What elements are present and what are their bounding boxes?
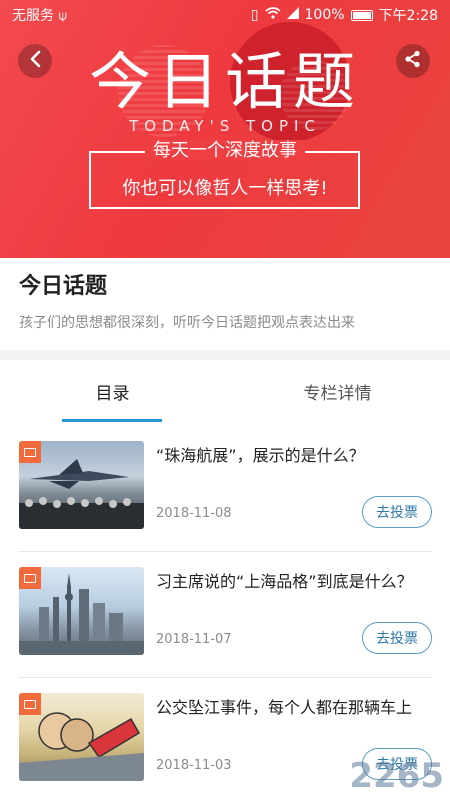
article-badge-icon [19, 693, 41, 715]
signal-icon [286, 7, 299, 23]
column-description: 孩子们的思想都很深刻，听听今日话题把观点表达出来 [19, 315, 355, 331]
article-badge-icon [19, 441, 41, 463]
slogan-line-1: 每天一个深度故事 [0, 136, 450, 162]
tab-column-details[interactable]: 专栏详情 [225, 360, 450, 422]
topic-thumbnail [19, 693, 144, 781]
status-left: 无服务 ⍦ [12, 5, 67, 25]
status-right: ▯ 100% 下午2:28 [251, 5, 438, 25]
topic-date: 2018-11-07 [156, 632, 232, 647]
topic-title: “珠海航展”，展示的是什么？ [156, 446, 365, 465]
list-item[interactable]: “珠海航展”，展示的是什么？ 2018-11-08 去投票 [18, 426, 432, 552]
topic-title: 习主席说的“上海品格”到底是什么？ [156, 572, 413, 591]
vote-button[interactable]: 去投票 [362, 496, 432, 528]
topic-date: 2018-11-03 [156, 758, 232, 773]
tab-catalog[interactable]: 目录 [0, 360, 225, 422]
vibrate-icon: ▯ [250, 7, 259, 23]
header-banner: 无服务 ⍦ ▯ 100% 下午2:28 今日话题 TODAY'S TOPIC 每… [0, 0, 450, 258]
column-intro: 今日话题 孩子们的思想都很深刻，听听今日话题把观点表达出来 [0, 258, 450, 350]
battery-icon [350, 9, 373, 21]
column-title: 今日话题 [19, 274, 108, 299]
wifi-icon [264, 7, 281, 23]
app-root: 无服务 ⍦ ▯ 100% 下午2:28 今日话题 TODAY'S TOPIC 每… [0, 0, 450, 800]
battery-text: 100% [304, 7, 345, 23]
slogan-line-2: 你也可以像哲人一样思考! [122, 178, 328, 199]
article-badge-icon [19, 567, 41, 589]
tab-bar: 目录 专栏详情 [0, 360, 450, 422]
banner-title: 今日话题 [88, 45, 361, 118]
list-item[interactable]: 习主席说的“上海品格”到底是什么？ 2018-11-07 去投票 [18, 552, 432, 678]
slogan-line-1-text: 每天一个深度故事 [145, 140, 305, 161]
banner-subtitle: TODAY'S TOPIC [129, 117, 321, 135]
carrier-text: 无服务 [12, 8, 54, 24]
site-watermark: 2265 [349, 756, 444, 796]
topic-thumbnail [19, 441, 144, 529]
section-divider [0, 350, 450, 360]
topic-list: “珠海航展”，展示的是什么？ 2018-11-08 去投票 习主席说的“上海品格… [0, 426, 450, 800]
topic-thumbnail [19, 567, 144, 655]
topic-date: 2018-11-08 [156, 506, 232, 521]
vote-button[interactable]: 去投票 [362, 622, 432, 654]
topic-title: 公交坠江事件，每个人都在那辆车上 [156, 698, 413, 717]
time-text: 下午2:28 [378, 8, 438, 24]
usb-icon: ⍦ [58, 8, 67, 24]
status-bar: 无服务 ⍦ ▯ 100% 下午2:28 [0, 0, 450, 30]
